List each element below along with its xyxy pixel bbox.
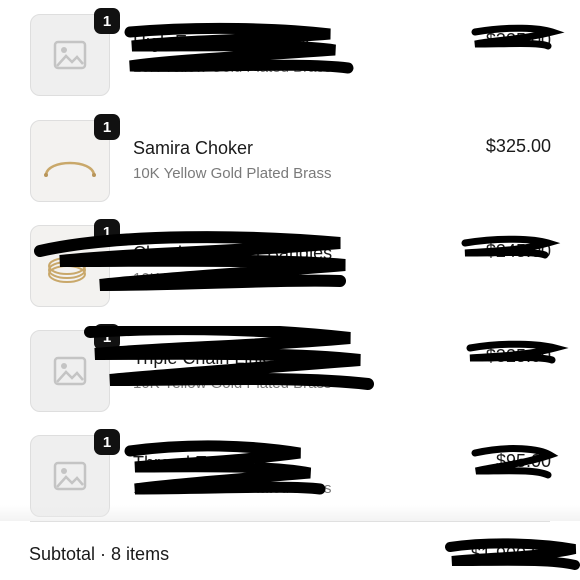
product-price: $325.00 — [485, 30, 551, 50]
image-placeholder-icon — [53, 356, 87, 386]
scroll-fade — [0, 505, 580, 521]
product-variant: 10K Yellow Gold Plated Brass — [133, 165, 332, 182]
cart-item[interactable]: 1 Samira Choker 10K Yellow Gold Plated B… — [0, 114, 580, 216]
quantity-badge: 1 — [94, 8, 120, 34]
product-price: $325.00 — [485, 346, 551, 366]
product-price: $325.00 — [485, 136, 551, 156]
product-name[interactable]: Classic Cylinder Bangles — [133, 243, 332, 264]
choker-product-image — [44, 161, 96, 177]
product-name[interactable]: Thread Ear Cuff — [133, 453, 261, 474]
bangles-product-image — [48, 257, 86, 283]
quantity-badge: 1 — [94, 324, 120, 350]
image-placeholder-icon — [53, 40, 87, 70]
cart-item[interactable]: 1 High Essential Choker 10K Yellow Gold … — [0, 8, 580, 110]
redaction-scribble — [445, 538, 580, 570]
subtotal-label: Subtotal · 8 items — [29, 544, 170, 564]
quantity-badge: 1 — [94, 429, 120, 455]
cart-list: 1 High Essential Choker 10K Yellow Gold … — [0, 0, 580, 580]
product-variant: 10K Yellow Gold Plated Brass — [133, 270, 332, 287]
cart-item[interactable]: 1 Classic Cylinder Bangles 10K Yellow Go… — [0, 219, 580, 321]
product-price: $245.00 — [485, 241, 551, 261]
quantity-badge: 1 — [94, 114, 120, 140]
product-variant: 10K Yellow Gold Plated Brass — [133, 375, 332, 392]
cart-item[interactable]: 1 Triple Chain Link Ring 10K Yellow Gold… — [0, 324, 580, 426]
image-placeholder-icon — [53, 461, 87, 491]
product-price: $95.00 — [495, 451, 551, 471]
product-name[interactable]: High Essential Choker — [133, 32, 311, 53]
product-name[interactable]: Triple Chain Link Ring — [133, 348, 309, 369]
product-variant: 10K Yellow Gold Plated Brass — [133, 59, 332, 76]
divider — [30, 521, 550, 522]
quantity-badge: 1 — [94, 219, 120, 245]
product-variant: 10K Yellow Gold Plated Brass — [133, 480, 332, 497]
product-name[interactable]: Samira Choker — [133, 138, 253, 159]
